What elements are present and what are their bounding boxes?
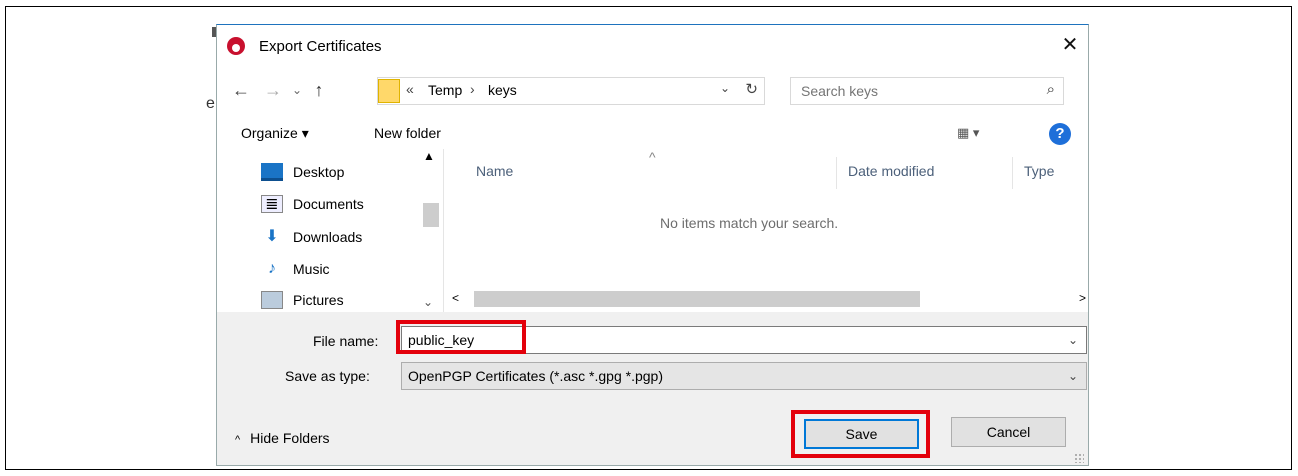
save-as-type-dropdown-icon[interactable]: ⌄ <box>1068 369 1078 383</box>
scroll-right-icon[interactable]: > <box>1079 291 1086 305</box>
refresh-icon[interactable]: ↻ <box>745 80 758 98</box>
documents-icon: ≣ <box>261 195 283 213</box>
downloads-icon: ⬇ <box>265 228 279 245</box>
desktop-icon <box>261 163 283 181</box>
file-name-dropdown-icon[interactable]: ⌄ <box>1068 333 1078 347</box>
organize-button[interactable]: Organize ▾ <box>241 125 309 142</box>
new-folder-button[interactable]: New folder <box>374 125 441 141</box>
pictures-icon <box>261 291 283 309</box>
scroll-left-icon[interactable]: < <box>452 291 459 305</box>
empty-list-message: No items match your search. <box>660 215 839 231</box>
column-header-date-modified[interactable]: Date modified <box>848 163 934 179</box>
file-name-highlight-box <box>396 320 526 354</box>
column-header-type[interactable]: Type <box>1024 163 1054 179</box>
title-bar: Export Certificates ✕ <box>217 25 1088 65</box>
command-toolbar: Organize ▾ New folder ▦ ▾ ? <box>217 119 1088 149</box>
save-form: File name: ⌄ Save as type: OpenPGP Certi… <box>217 312 1088 465</box>
hide-folders-button[interactable]: ^ Hide Folders <box>235 430 330 446</box>
music-icon: ♪ <box>268 260 276 277</box>
save-as-type-label: Save as type: <box>285 368 370 384</box>
address-bar[interactable]: « Temp › keys ⌄ ↻ <box>377 77 765 105</box>
cancel-button[interactable]: Cancel <box>951 417 1066 447</box>
address-row: ← → ⌄ ↑ « Temp › keys ⌄ ↻ ⌕ <box>217 73 1088 107</box>
file-list: ^ Name Date modified Type No items match… <box>443 149 1088 313</box>
save-as-type-select[interactable]: OpenPGP Certificates (*.asc *.gpg *.pgp)… <box>401 362 1087 390</box>
search-box: ⌕ <box>790 77 1064 105</box>
nav-item-label: Downloads <box>293 229 363 245</box>
overflow-chevron-icon[interactable]: « <box>406 81 414 97</box>
scroll-thumb[interactable] <box>474 291 920 307</box>
column-header-name[interactable]: Name <box>476 163 513 179</box>
kleopatra-app-icon <box>227 37 245 55</box>
column-divider[interactable] <box>1012 157 1013 189</box>
up-arrow-icon[interactable]: ↑ <box>309 80 329 100</box>
nav-item-label: Desktop <box>293 164 345 180</box>
sort-chevron-icon: ^ <box>649 149 656 165</box>
folder-icon <box>378 79 400 103</box>
search-icon[interactable]: ⌕ <box>1047 81 1055 98</box>
breadcrumb-keys[interactable]: keys <box>488 82 517 98</box>
view-options-icon[interactable]: ▦ ▾ <box>957 125 979 141</box>
column-divider[interactable] <box>836 157 837 189</box>
help-icon[interactable]: ? <box>1049 123 1071 145</box>
scroll-up-icon[interactable]: ▲ <box>423 149 435 163</box>
forward-arrow-icon[interactable]: → <box>263 80 283 100</box>
nav-item-label: Music <box>293 261 330 277</box>
export-certificates-dialog: Export Certificates ✕ ← → ⌄ ↑ « Temp › k… <box>216 24 1089 466</box>
address-dropdown-icon[interactable]: ⌄ <box>720 81 730 95</box>
recent-locations-icon[interactable]: ⌄ <box>287 80 307 100</box>
hide-folders-label: Hide Folders <box>250 430 330 446</box>
back-arrow-icon[interactable]: ← <box>231 80 251 100</box>
breadcrumb-temp[interactable]: Temp <box>428 82 462 98</box>
scroll-thumb[interactable] <box>423 203 439 227</box>
scroll-down-icon[interactable]: ⌄ <box>423 295 433 309</box>
chevron-up-icon: ^ <box>235 434 241 446</box>
nav-item-label: Documents <box>293 196 364 212</box>
file-name-label: File name: <box>313 333 379 349</box>
window-title: Export Certificates <box>259 38 382 55</box>
search-input[interactable] <box>801 82 1021 100</box>
nav-pane-scrollbar[interactable]: ▲ ⌄ <box>417 149 443 309</box>
breadcrumb-separator-icon[interactable]: › <box>470 81 475 97</box>
close-icon[interactable]: ✕ <box>1056 32 1084 58</box>
background-text-fragment: e <box>206 95 215 112</box>
horizontal-scrollbar[interactable]: < > <box>444 289 1088 309</box>
nav-item-label: Pictures <box>293 292 344 308</box>
resize-grip-icon[interactable] <box>1074 453 1084 463</box>
save-as-type-value: OpenPGP Certificates (*.asc *.gpg *.pgp) <box>408 368 663 384</box>
navigation-pane: Desktop ≣ Documents ⬇ Downloads ♪ Music … <box>217 149 443 309</box>
save-highlight-box <box>791 410 930 458</box>
